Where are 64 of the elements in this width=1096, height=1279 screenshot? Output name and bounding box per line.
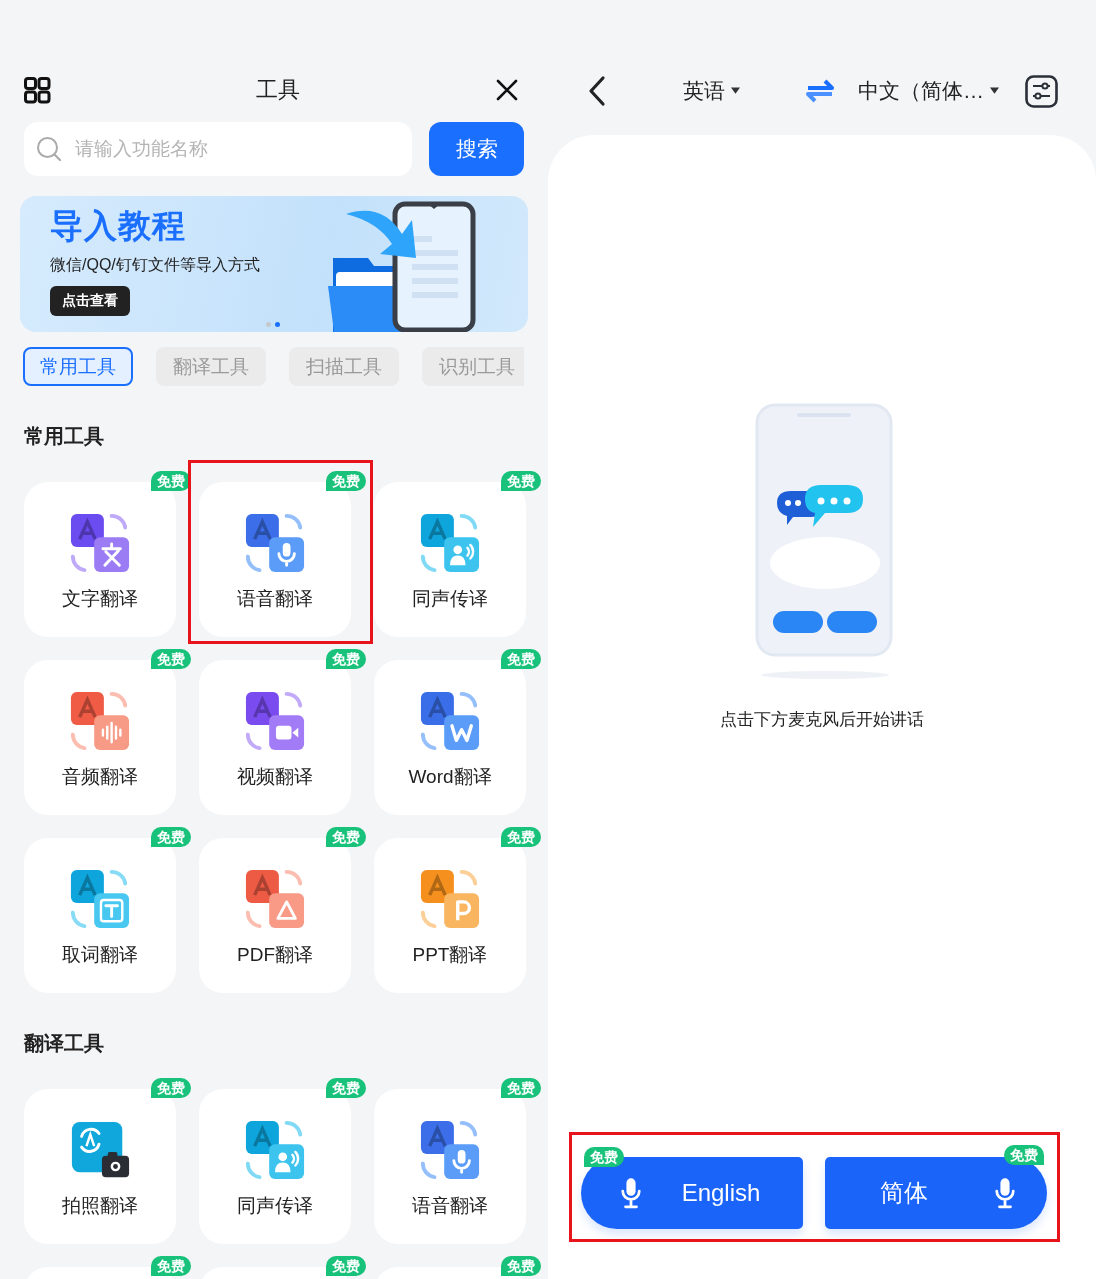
free-tag: 免费 [326, 1078, 366, 1098]
free-tag: 免费 [501, 649, 541, 669]
translate-icon [69, 512, 131, 574]
section-title: 翻译工具 [24, 1031, 105, 1056]
free-tag: 免费 [151, 471, 191, 491]
free-tag: 免费 [151, 827, 191, 847]
view-button[interactable]: 点击查看 [50, 286, 130, 316]
translate-icon [419, 690, 481, 752]
tool-label: PPT翻译 [412, 943, 488, 967]
category-tab[interactable]: 常用工具 [23, 347, 133, 386]
tool-label: 拍照翻译 [62, 1194, 138, 1218]
translate-icon [419, 1119, 481, 1181]
search-button[interactable]: 搜索 [429, 122, 524, 176]
free-tag: 免费 [501, 1078, 541, 1098]
translate-icon [69, 868, 131, 930]
free-tag: 免费 [326, 1256, 366, 1276]
tool-label: PDF翻译 [237, 943, 313, 967]
free-tag: 免费 [501, 471, 541, 491]
tool-label: 文字翻译 [62, 587, 138, 611]
free-tag: 免费 [501, 1256, 541, 1276]
target-language-selector[interactable]: 中文（简体… [858, 77, 999, 105]
tool-label: 语音翻译 [237, 587, 313, 611]
settings-icon[interactable] [1025, 74, 1058, 108]
search-icon [36, 136, 62, 162]
search-field[interactable]: 请输入功能名称 [24, 122, 412, 176]
tool-label: 音频翻译 [62, 765, 138, 789]
free-tag: 免费 [326, 649, 366, 669]
tool-label: 同声传译 [412, 587, 488, 611]
microphone-icon [994, 1177, 1016, 1209]
tool-label: 取词翻译 [62, 943, 138, 967]
banner-subtitle: 微信/QQ/钉钉文件等导入方式 [50, 255, 260, 275]
caret-icon [990, 87, 999, 95]
caret-icon [731, 87, 740, 95]
tool-label: 语音翻译 [412, 1194, 488, 1218]
tool-label: 同声传译 [237, 1194, 313, 1218]
free-tag: 免费 [151, 649, 191, 669]
hint-text: 点击下方麦克风后开始讲话 [720, 709, 924, 731]
section-title: 常用工具 [24, 424, 105, 449]
free-tag: 免费 [501, 827, 541, 847]
grid-icon[interactable] [24, 76, 51, 104]
translate-icon [244, 690, 306, 752]
translate-icon [244, 868, 306, 930]
translate-icon [69, 690, 131, 752]
free-tag: 免费 [151, 1078, 191, 1098]
tool-label: 视频翻译 [237, 765, 313, 789]
close-icon[interactable] [496, 79, 518, 101]
translate-icon [419, 512, 481, 574]
microphone-icon [619, 1177, 642, 1209]
free-tag: 免费 [151, 1256, 191, 1276]
free-tag: 免费 [584, 1147, 624, 1167]
page-title: 工具 [255, 76, 300, 104]
page-dot[interactable] [266, 322, 271, 327]
banner-card[interactable]: 导入教程 微信/QQ/钉钉文件等导入方式 点击查看 [20, 196, 528, 332]
page-dot[interactable] [275, 322, 280, 327]
swap-icon[interactable] [806, 79, 834, 103]
translate-icon [244, 512, 306, 574]
source-language-selector[interactable]: 英语 [683, 77, 740, 105]
free-tag: 免费 [326, 827, 366, 847]
banner-title: 导入教程 [50, 206, 186, 246]
free-tag: 免费 [1004, 1145, 1044, 1165]
translate-icon [419, 868, 481, 930]
tool-label: Word翻译 [408, 765, 492, 789]
free-tag: 免费 [326, 471, 366, 491]
translate-icon [244, 1119, 306, 1181]
